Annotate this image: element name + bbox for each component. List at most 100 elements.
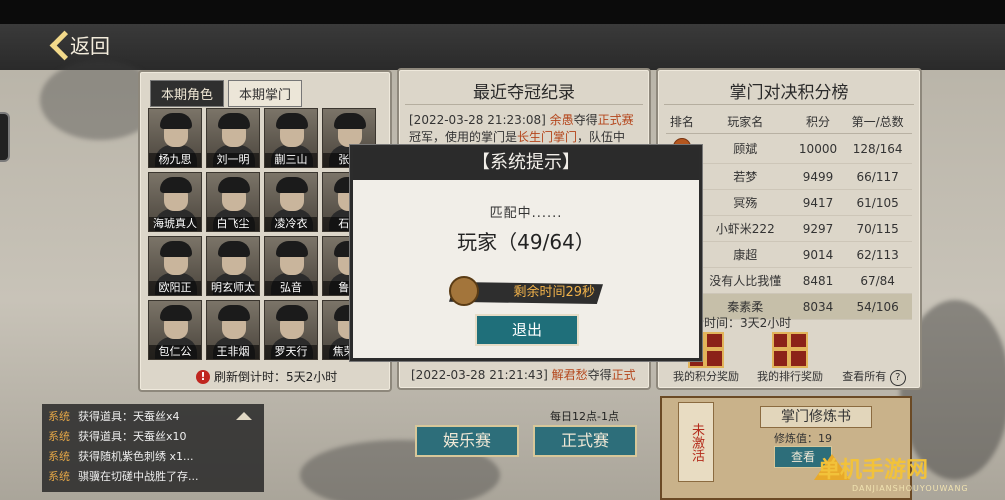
chevron-left-icon xyxy=(50,32,64,58)
reward-area: 我的积分奖励 我的排行奖励 查看所有 ? xyxy=(668,332,914,386)
book-title: 掌门修炼书 xyxy=(760,406,872,428)
record-player[interactable]: 余愚 xyxy=(550,113,574,127)
tab-current-characters[interactable]: 本期角色 xyxy=(150,80,225,107)
score-cell: 8481 xyxy=(792,267,844,294)
leaderboard-rows: 顾斌 10000 128/164 若梦 9499 66/117 冥殇 9417 61/105 小虾… xyxy=(666,133,912,320)
record-player[interactable]: 解君愁 xyxy=(552,368,588,382)
portrait-hair xyxy=(276,177,308,193)
formal-match-button[interactable]: 正式赛 xyxy=(533,425,637,457)
table-header: 排名 玩家名 积分 第一/总数 xyxy=(666,110,912,134)
tab-current-masters[interactable]: 本期掌门 xyxy=(228,80,303,107)
player-count: 玩家（49/64） xyxy=(457,230,595,254)
character-portrait[interactable]: 弘音 xyxy=(264,236,318,296)
ratio-cell: 61/105 xyxy=(843,189,912,216)
character-portrait[interactable]: 蒯三山 xyxy=(264,108,318,168)
portrait-hair xyxy=(218,241,250,257)
game-screen: 返回 本期角色 本期掌门 杨九思 刘一明 蒯三山 张... 海琥真人 白飞尘 凌冷衣 石...… xyxy=(0,0,1005,500)
character-portrait[interactable]: 刘一明 xyxy=(206,108,260,168)
chat-log[interactable]: 系统 获得道具：天蚕丝x4 系统 获得道具：天蚕丝x10 系统 获得随机紫色刺绣 x1..… xyxy=(42,404,264,492)
refresh-text: 刷新倒计时：5天2小时 xyxy=(214,370,338,384)
training-value: 修炼值：19 xyxy=(774,432,832,445)
score-cell: 9499 xyxy=(792,163,844,190)
character-portrait[interactable]: 凌冷衣 xyxy=(264,172,318,232)
character-portrait[interactable]: 海琥真人 xyxy=(148,172,202,232)
daily-schedule: 每日12点-1点 xyxy=(550,410,619,423)
character-portrait[interactable]: 罗天行 xyxy=(264,300,318,360)
view-all-button[interactable]: 查看所有 ? xyxy=(836,368,912,386)
character-name: 罗天行 xyxy=(265,345,317,359)
view-all-label: 查看所有 xyxy=(842,370,887,383)
record-text: 冠军，使用的掌门是 xyxy=(409,130,518,144)
col-ratio: 第一/总数 xyxy=(843,110,912,134)
record-sect: 长生门掌门 xyxy=(517,130,578,144)
chat-message: 系统 获得随机紫色刺绣 x1... xyxy=(48,448,194,464)
panel-title: 最近夺冠纪录 xyxy=(473,83,575,103)
character-name: 刘一明 xyxy=(207,153,259,167)
table-row[interactable]: 顾斌 10000 128/164 xyxy=(666,133,912,164)
character-name: 白飞尘 xyxy=(207,217,259,231)
ratio-cell: 67/84 xyxy=(843,267,912,294)
portrait-hair xyxy=(160,241,192,257)
portrait-hair xyxy=(160,305,192,321)
chat-channel-tag: 系统 xyxy=(48,450,70,463)
character-name: 包仁公 xyxy=(149,345,201,359)
watermark-text: 单机手游网 xyxy=(818,458,929,483)
my-rank-reward[interactable]: 我的排行奖励 xyxy=(752,332,828,384)
character-portrait[interactable]: 欧阳正 xyxy=(148,236,202,296)
portrait-hair xyxy=(276,113,308,129)
col-rank: 排名 xyxy=(666,110,698,134)
record-time: [2022-03-28 21:21:43] xyxy=(411,368,552,382)
record-mode: 正式赛 xyxy=(597,113,634,127)
ratio-cell: 66/117 xyxy=(843,163,912,190)
refresh-countdown: ! 刷新倒计时：5天2小时 xyxy=(196,368,337,385)
character-tabs: 本期角色 本期掌门 xyxy=(150,80,303,107)
record-verb: 夺得 xyxy=(587,368,612,382)
gift-icon xyxy=(772,332,808,368)
back-button[interactable]: 返回 xyxy=(50,30,110,59)
panel-title: 掌门对决积分榜 xyxy=(729,83,849,103)
entertainment-match-button[interactable]: 娱乐赛 xyxy=(415,425,519,457)
chat-channel-tag: 系统 xyxy=(48,410,70,423)
record-mode: 正式 xyxy=(611,368,636,382)
exit-button[interactable]: 退出 xyxy=(475,314,579,346)
record-text-end: ，队伍中 xyxy=(577,130,626,144)
dialog-title: 【系统提示】 xyxy=(353,148,699,180)
record-entry: [2022-03-28 21:23:08] 余愚夺得正式赛 冠军，使用的掌门是长… xyxy=(409,112,639,146)
chat-message: 系统 骐骥在切磋中战胜了存... xyxy=(48,468,199,484)
table-row[interactable]: 小虾米222 9297 70/115 xyxy=(666,215,912,242)
reward-label: 我的排行奖励 xyxy=(757,370,823,383)
ratio-cell: 54/106 xyxy=(843,293,912,320)
system-prompt-dialog: 【系统提示】 匹配中...... 玩家（49/64） 剩余时间29秒 退出 xyxy=(350,145,702,361)
portrait-hair xyxy=(160,113,192,129)
chat-message: 系统 获得道具：天蚕丝x4 xyxy=(48,408,180,424)
player-name-cell: 小虾米222 xyxy=(697,215,793,242)
portrait-hair xyxy=(334,113,366,129)
matching-status: 匹配中...... xyxy=(489,206,563,221)
record-verb: 夺得 xyxy=(573,113,598,127)
chat-text: 获得道具：天蚕丝x4 xyxy=(78,410,180,423)
chat-channel-tag: 系统 xyxy=(48,430,70,443)
character-portrait[interactable]: 王非烟 xyxy=(206,300,260,360)
col-score: 积分 xyxy=(792,110,844,134)
ratio-cell: 128/164 xyxy=(843,133,912,164)
record-entry-bottom: [2022-03-28 21:21:43] 解君愁夺得正式 xyxy=(411,366,636,383)
table-row[interactable]: 康超 9014 62/113 xyxy=(666,241,912,268)
expand-chat-icon[interactable] xyxy=(236,412,252,420)
character-name: 明玄师太 xyxy=(207,281,259,295)
side-handle[interactable] xyxy=(0,112,10,162)
character-grid: 杨九思 刘一明 蒯三山 张... 海琥真人 白飞尘 凌冷衣 石... 欧阳正 明玄师太 弘音 鲁...… xyxy=(148,108,384,364)
character-portrait[interactable]: 包仁公 xyxy=(148,300,202,360)
character-name: 弘音 xyxy=(265,281,317,295)
character-portrait[interactable]: 白飞尘 xyxy=(206,172,260,232)
character-portrait[interactable]: 杨九思 xyxy=(148,108,202,168)
inactive-seal: 未激活 xyxy=(678,402,714,482)
table-row[interactable]: 若梦 9499 66/117 xyxy=(666,163,912,190)
chat-text: 获得道具：天蚕丝x10 xyxy=(78,430,187,443)
table-row[interactable]: 冥殇 9417 61/105 xyxy=(666,189,912,216)
character-portrait[interactable]: 明玄师太 xyxy=(206,236,260,296)
portrait-hair xyxy=(218,177,250,193)
table-row[interactable]: 没有人比我懂 8481 67/84 xyxy=(666,267,912,294)
ratio-cell: 70/115 xyxy=(843,215,912,242)
character-name: 蒯三山 xyxy=(265,153,317,167)
character-name: 杨九思 xyxy=(149,153,201,167)
